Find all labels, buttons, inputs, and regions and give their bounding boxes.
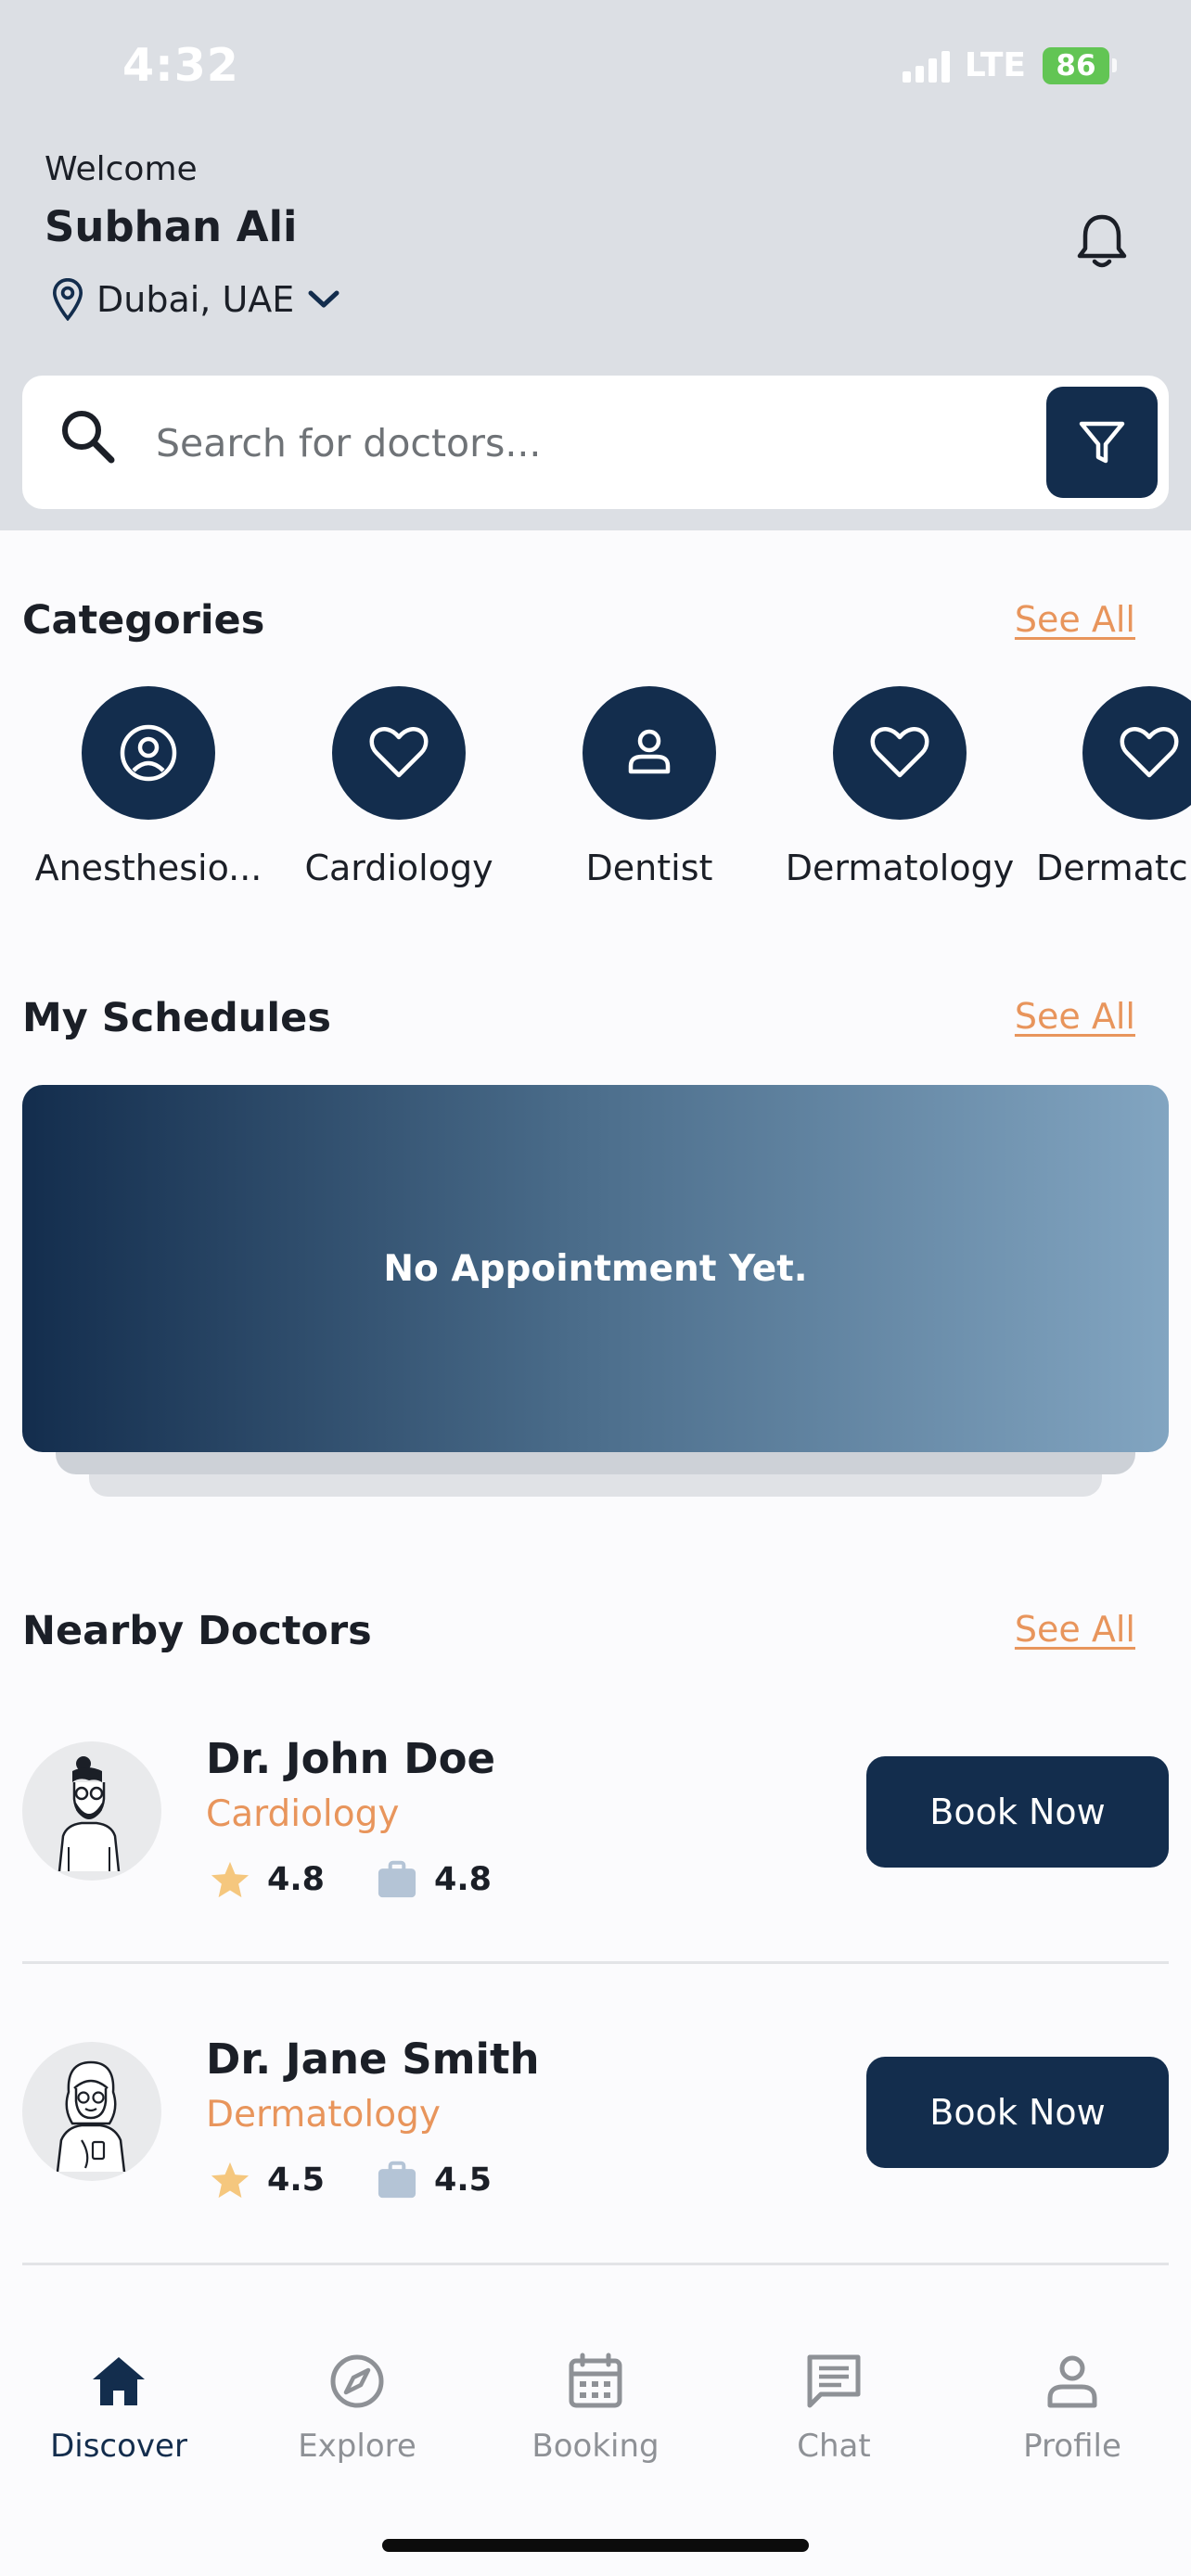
doctor-experience: 4.5 bbox=[434, 2162, 493, 2199]
doctor-specialty: Dermatology bbox=[206, 2094, 441, 2136]
tab-explore[interactable]: Explore bbox=[238, 2352, 476, 2465]
search-icon bbox=[62, 411, 115, 464]
category-anesthesiology[interactable]: Anesthesio... bbox=[23, 686, 274, 888]
category-label: Dermatc bbox=[1036, 848, 1188, 888]
filter-icon bbox=[1079, 421, 1125, 464]
doctor-name: Dr. John Doe bbox=[206, 1734, 496, 1783]
header: 4:32 LTE 86 Welcome Subhan Ali Dubai, UA… bbox=[0, 0, 1191, 530]
network-label: LTE bbox=[964, 46, 1026, 84]
location-label: Dubai, UAE bbox=[96, 279, 295, 320]
star-icon bbox=[211, 1861, 250, 1898]
categories-see-all-link[interactable]: See All bbox=[1015, 599, 1135, 640]
status-indicators: LTE 86 bbox=[902, 46, 1117, 84]
welcome-label: Welcome bbox=[45, 150, 198, 188]
heart-icon bbox=[369, 727, 429, 778]
category-icon-circle bbox=[583, 686, 716, 820]
briefcase-icon bbox=[378, 1860, 416, 1898]
doctor-avatar bbox=[22, 1741, 161, 1881]
tab-chat[interactable]: Chat bbox=[715, 2352, 953, 2465]
notification-bell-icon[interactable] bbox=[1074, 211, 1130, 271]
person-icon bbox=[628, 729, 671, 774]
compass-icon bbox=[330, 2354, 384, 2408]
signal-icon bbox=[902, 49, 950, 83]
tab-label: Profile bbox=[1023, 2428, 1121, 2465]
heart-icon bbox=[870, 727, 929, 778]
schedule-card[interactable]: No Appointment Yet. bbox=[22, 1085, 1169, 1452]
tab-label: Discover bbox=[50, 2428, 187, 2465]
location-pin-icon bbox=[52, 278, 83, 321]
profile-icon bbox=[1047, 2355, 1097, 2408]
category-dermatology-2[interactable]: Dermatc bbox=[1025, 686, 1191, 888]
divider bbox=[22, 1961, 1169, 1964]
doctor-meta: 4.8 4.8 bbox=[210, 1860, 544, 1899]
category-label: Cardiology bbox=[304, 848, 493, 888]
home-indicator bbox=[382, 2539, 809, 2552]
chat-icon bbox=[807, 2354, 861, 2408]
user-circle-icon bbox=[120, 724, 177, 782]
battery-icon: 86 bbox=[1043, 46, 1117, 84]
empty-schedule-text: No Appointment Yet. bbox=[383, 1247, 808, 1290]
tab-label: Booking bbox=[531, 2428, 660, 2465]
category-icon-circle bbox=[82, 686, 215, 820]
tab-discover[interactable]: Discover bbox=[0, 2352, 237, 2465]
category-label: Dentist bbox=[585, 848, 713, 888]
doctor-name: Dr. Jane Smith bbox=[206, 2034, 540, 2084]
briefcase-icon bbox=[378, 2161, 416, 2199]
doctor-experience: 4.8 bbox=[434, 1861, 493, 1898]
book-now-button[interactable]: Book Now bbox=[866, 2057, 1169, 2168]
category-cardiology[interactable]: Cardiology bbox=[274, 686, 524, 888]
chevron-down-icon bbox=[308, 290, 339, 308]
status-time: 4:32 bbox=[122, 39, 239, 92]
doctor-meta: 4.5 4.5 bbox=[210, 2161, 544, 2200]
category-dermatology[interactable]: Dermatology bbox=[775, 686, 1025, 888]
divider bbox=[22, 2263, 1169, 2265]
category-icon-circle bbox=[1082, 686, 1191, 820]
tab-label: Explore bbox=[298, 2428, 416, 2465]
categories-title: Categories bbox=[22, 597, 265, 644]
user-name: Subhan Ali bbox=[45, 202, 298, 251]
category-label: Anesthesio... bbox=[34, 848, 263, 888]
battery-level: 86 bbox=[1056, 48, 1096, 83]
doctor-specialty: Cardiology bbox=[206, 1793, 400, 1835]
tab-booking[interactable]: Booking bbox=[477, 2352, 714, 2465]
tab-profile[interactable]: Profile bbox=[954, 2352, 1191, 2465]
category-icon-circle bbox=[833, 686, 967, 820]
tab-label: Chat bbox=[797, 2428, 871, 2465]
nearby-doctors-title: Nearby Doctors bbox=[22, 1608, 372, 1654]
doctor-rating: 4.5 bbox=[267, 2162, 326, 2199]
category-icon-circle bbox=[332, 686, 466, 820]
book-now-button[interactable]: Book Now bbox=[866, 1756, 1169, 1868]
calendar-icon bbox=[569, 2353, 622, 2408]
schedules-title: My Schedules bbox=[22, 995, 331, 1041]
nearby-doctors-see-all-link[interactable]: See All bbox=[1015, 1609, 1135, 1650]
filter-button[interactable] bbox=[1046, 387, 1158, 498]
doctor-illustration-female bbox=[56, 2060, 126, 2172]
doctor-illustration-male bbox=[58, 1756, 121, 1871]
star-icon bbox=[211, 2162, 250, 2199]
heart-icon bbox=[1120, 727, 1179, 778]
schedules-see-all-link[interactable]: See All bbox=[1015, 996, 1135, 1037]
category-label: Dermatology bbox=[785, 848, 1015, 888]
doctor-card[interactable]: Dr. John Doe Cardiology 4.8 4.8 Book Now bbox=[0, 1728, 1191, 1898]
location-selector[interactable]: Dubai, UAE bbox=[52, 278, 340, 321]
search-input[interactable] bbox=[156, 406, 991, 480]
doctor-rating: 4.8 bbox=[267, 1861, 326, 1898]
category-dentist[interactable]: Dentist bbox=[524, 686, 775, 888]
doctor-card[interactable]: Dr. Jane Smith Dermatology 4.5 4.5 Book … bbox=[0, 2029, 1191, 2199]
doctor-avatar bbox=[22, 2042, 161, 2181]
home-icon bbox=[93, 2357, 145, 2405]
